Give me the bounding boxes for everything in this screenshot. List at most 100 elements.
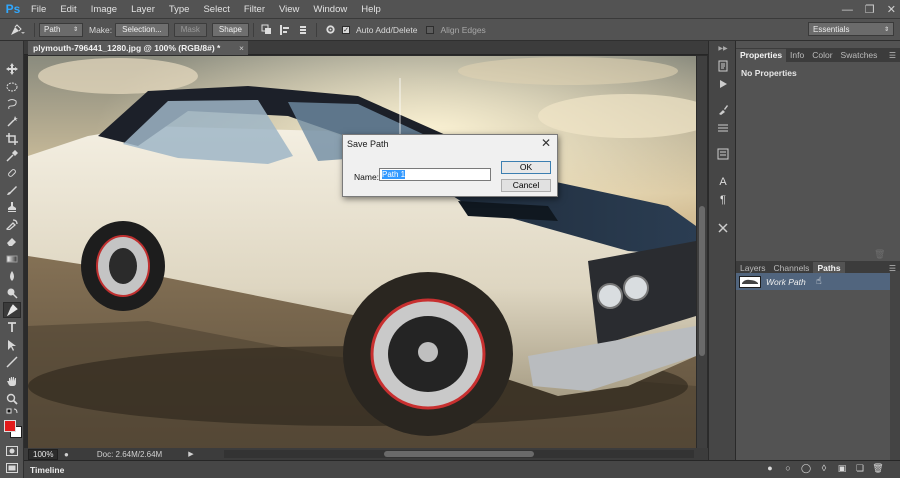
brush-tool-icon[interactable]: [3, 182, 21, 198]
menu-type[interactable]: Type: [162, 0, 197, 19]
menu-filter[interactable]: Filter: [237, 0, 272, 19]
make-mask-button[interactable]: Mask: [173, 22, 207, 37]
new-path-icon[interactable]: ❏: [854, 462, 866, 474]
healing-brush-tool-icon[interactable]: [3, 165, 21, 181]
history-panel-icon[interactable]: [715, 59, 731, 73]
quick-mask-icon[interactable]: [3, 443, 21, 459]
tool-mode-dropdown[interactable]: Path ⇕: [39, 22, 83, 37]
menu-select[interactable]: Select: [196, 0, 236, 19]
menu-view[interactable]: View: [272, 0, 306, 19]
delete-path-icon[interactable]: 🗑: [872, 462, 884, 474]
ok-button[interactable]: OK: [501, 161, 551, 174]
canvas-vertical-scrollbar[interactable]: [697, 56, 707, 448]
menu-file[interactable]: File: [24, 0, 53, 19]
menu-edit[interactable]: Edit: [53, 0, 83, 19]
panel-menu-icon[interactable]: ☰: [889, 49, 896, 62]
fill-path-icon[interactable]: ●: [764, 462, 776, 474]
eyedropper-tool-icon[interactable]: [3, 148, 21, 164]
chevron-updown-icon: ⇕: [883, 26, 889, 33]
gradient-tool-icon[interactable]: [3, 251, 21, 267]
timeline-tab[interactable]: Timeline: [30, 465, 64, 475]
pen-tool-icon[interactable]: [3, 302, 21, 318]
restore-icon[interactable]: ❐: [865, 3, 875, 16]
make-label: Make:: [89, 24, 113, 35]
close-icon[interactable]: ✕: [541, 136, 551, 150]
properties-panel-tabs: Properties Info Color Swatches ☰: [736, 48, 900, 62]
close-window-icon[interactable]: ✕: [887, 3, 896, 16]
workspace-dropdown[interactable]: Essentials ⇕: [808, 22, 894, 36]
hand-tool-icon[interactable]: [3, 373, 21, 389]
brush-presets-icon[interactable]: [715, 103, 731, 117]
gear-icon[interactable]: [323, 23, 337, 37]
path-operations-icon[interactable]: [260, 23, 274, 37]
doc-info-text: Doc: 2.64M/2.64M: [96, 449, 163, 459]
make-selection-button[interactable]: Selection...: [115, 22, 169, 37]
swap-colors-icon[interactable]: [3, 407, 21, 417]
workspace-value: Essentials: [813, 24, 850, 34]
path-name-input[interactable]: Path 1: [379, 168, 491, 181]
minimize-icon[interactable]: —: [842, 4, 853, 16]
menu-bar: Ps File Edit Image Layer Type Select Fil…: [0, 0, 900, 19]
document-canvas[interactable]: [28, 56, 696, 448]
paragraph-panel-icon[interactable]: ¶: [715, 193, 731, 207]
magic-wand-tool-icon[interactable]: [3, 113, 21, 129]
align-edges-checkbox[interactable]: [426, 25, 435, 34]
document-tab[interactable]: plymouth-796441_1280.jpg @ 100% (RGB/8#)…: [28, 41, 248, 55]
load-path-as-selection-icon[interactable]: ◯: [800, 462, 812, 474]
clone-source-icon[interactable]: [715, 147, 731, 161]
cancel-button[interactable]: Cancel: [501, 179, 551, 192]
path-arrangement-icon[interactable]: [296, 23, 310, 37]
marquee-tool-icon[interactable]: [3, 79, 21, 95]
clone-stamp-tool-icon[interactable]: [3, 199, 21, 215]
path-thumbnail: [739, 275, 761, 288]
horizontal-scroll-thumb[interactable]: [384, 451, 534, 457]
screen-mode-icon[interactable]: [3, 460, 21, 476]
character-panel-icon[interactable]: A: [715, 175, 731, 189]
status-menu-arrow-icon[interactable]: ▶: [188, 450, 193, 458]
make-work-path-icon[interactable]: ◊: [818, 462, 830, 474]
menu-window[interactable]: Window: [306, 0, 354, 19]
close-tab-icon[interactable]: ×: [239, 43, 244, 53]
add-mask-icon[interactable]: ▣: [836, 462, 848, 474]
lasso-tool-icon[interactable]: [3, 96, 21, 112]
menu-layer[interactable]: Layer: [124, 0, 162, 19]
collapse-arrows-icon[interactable]: ▶▶: [715, 45, 731, 52]
history-brush-tool-icon[interactable]: [3, 216, 21, 232]
no-properties-text: No Properties: [741, 68, 797, 78]
actions-panel-icon[interactable]: [715, 77, 731, 91]
tab-properties[interactable]: Properties: [736, 49, 787, 62]
eraser-tool-icon[interactable]: [3, 233, 21, 249]
dodge-tool-icon[interactable]: [3, 285, 21, 301]
zoom-tool-icon[interactable]: [3, 391, 21, 407]
menu-help[interactable]: Help: [354, 0, 388, 19]
zoom-level-field[interactable]: 100%: [28, 448, 58, 460]
foreground-color-swatch[interactable]: [4, 420, 16, 432]
window-controls: — ❐ ✕: [842, 0, 896, 19]
share-icon[interactable]: ●: [64, 450, 69, 459]
path-list-item[interactable]: Work Path ☝: [736, 273, 890, 290]
auto-add-delete-checkbox[interactable]: ✓: [342, 25, 350, 34]
menu-image[interactable]: Image: [84, 0, 124, 19]
move-tool-icon[interactable]: [3, 61, 21, 77]
canvas-horizontal-scrollbar[interactable]: [224, 450, 694, 458]
stroke-path-icon[interactable]: ○: [782, 462, 794, 474]
paths-panel-scrollbar[interactable]: [890, 271, 900, 460]
vertical-scroll-thumb[interactable]: [699, 206, 705, 356]
separator: [253, 22, 254, 37]
path-selection-tool-icon[interactable]: [3, 337, 21, 353]
line-tool-icon[interactable]: [3, 354, 21, 370]
blur-tool-icon[interactable]: [3, 268, 21, 284]
make-shape-button[interactable]: Shape: [211, 22, 249, 37]
tool-presets-icon[interactable]: [715, 221, 731, 235]
photoshop-logo: Ps: [5, 2, 21, 16]
brush-panel-icon[interactable]: [715, 121, 731, 135]
type-tool-icon[interactable]: [3, 319, 21, 335]
tab-swatches[interactable]: Swatches: [837, 49, 882, 62]
path-alignment-icon[interactable]: [278, 23, 292, 37]
selected-text: Path 1: [382, 170, 406, 179]
crop-tool-icon[interactable]: [3, 131, 21, 147]
chevron-updown-icon: ⇕: [72, 27, 78, 33]
tab-info[interactable]: Info: [786, 49, 808, 62]
pen-tool-preset-icon[interactable]: [6, 23, 28, 37]
tab-color[interactable]: Color: [808, 49, 836, 62]
